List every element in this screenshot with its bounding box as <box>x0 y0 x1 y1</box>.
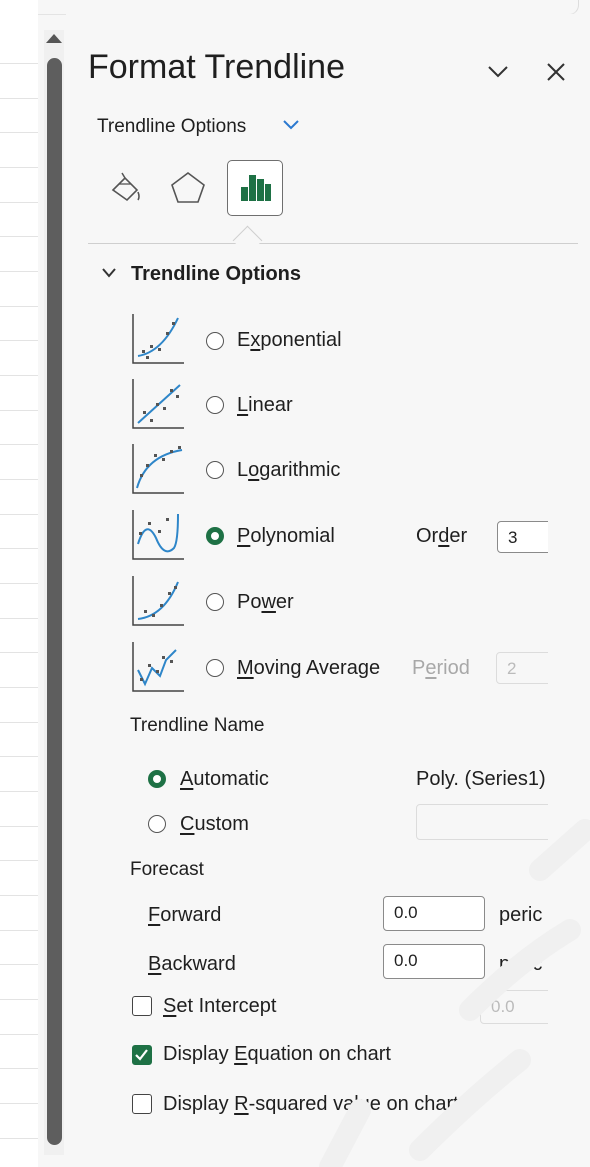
polynomial-trend-icon <box>132 510 184 560</box>
automatic-radio[interactable] <box>148 770 166 788</box>
logarithmic-radio[interactable] <box>206 461 224 479</box>
exponential-radio[interactable] <box>206 332 224 350</box>
options-content: Exponential Linear Logarithmic Polynomia… <box>66 0 548 1167</box>
automatic-label[interactable]: Automatic <box>180 768 269 791</box>
logarithmic-label[interactable]: Logarithmic <box>237 459 340 482</box>
forward-unit: peric <box>499 904 543 926</box>
custom-name-input[interactable] <box>416 804 548 840</box>
set-intercept-checkbox[interactable] <box>132 996 152 1016</box>
forecast-heading: Forecast <box>130 859 204 880</box>
linear-trend-icon <box>132 379 184 429</box>
exponential-trend-icon <box>132 314 184 364</box>
scroll-up-arrow-icon[interactable] <box>46 34 62 43</box>
order-label: Order <box>416 525 468 547</box>
spreadsheet-edge <box>0 0 38 1167</box>
display-equation-checkbox[interactable] <box>132 1045 152 1065</box>
automatic-name-value: Poly. (Series1) <box>416 768 546 790</box>
custom-radio[interactable] <box>148 815 166 833</box>
display-equation-label[interactable]: Display Equation on chart <box>163 1043 391 1066</box>
linear-radio[interactable] <box>206 396 224 414</box>
forward-label: Forward <box>148 904 222 926</box>
backward-input[interactable]: 0.0 <box>383 944 485 979</box>
moving-average-trend-icon <box>132 642 184 692</box>
period-label: Period <box>412 657 470 679</box>
polynomial-label[interactable]: Polynomial <box>237 525 335 548</box>
polynomial-radio[interactable] <box>206 527 224 545</box>
display-r-squared-label[interactable]: Display R-squared value on chart <box>163 1093 459 1116</box>
period-input[interactable]: 2 <box>496 652 548 684</box>
power-radio[interactable] <box>206 593 224 611</box>
power-trend-icon <box>132 576 184 626</box>
scrollbar-thumb[interactable] <box>47 58 62 1145</box>
trendline-name-heading: Trendline Name <box>130 715 265 736</box>
exponential-label[interactable]: Exponential <box>237 329 342 352</box>
moving-average-radio[interactable] <box>206 659 224 677</box>
set-intercept-label[interactable]: Set Intercept <box>163 995 276 1018</box>
logarithmic-trend-icon <box>132 444 184 494</box>
moving-average-label[interactable]: Moving Average <box>237 657 380 680</box>
checkmark-icon <box>135 1049 148 1061</box>
power-label[interactable]: Power <box>237 591 294 614</box>
linear-label[interactable]: Linear <box>237 394 293 417</box>
display-r-squared-checkbox[interactable] <box>132 1094 152 1114</box>
intercept-input[interactable]: 0.0 <box>480 990 548 1024</box>
custom-label[interactable]: Custom <box>180 813 249 836</box>
backward-unit: peric <box>499 953 543 975</box>
order-input[interactable]: 3 <box>497 521 548 553</box>
backward-label: Backward <box>148 953 236 975</box>
forward-input[interactable]: 0.0 <box>383 896 485 931</box>
